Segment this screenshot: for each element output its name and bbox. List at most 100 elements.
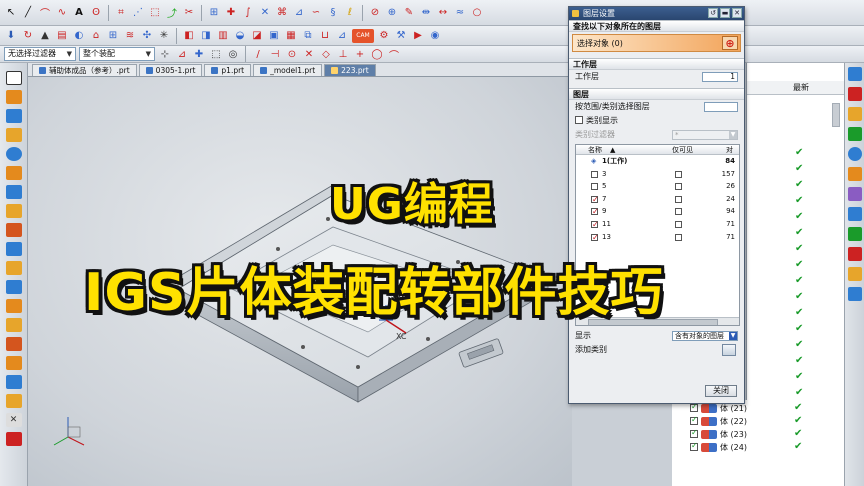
extract-icon[interactable]: ⊞ (207, 6, 221, 20)
assembly-navigator-icon[interactable] (847, 67, 862, 81)
display-combo[interactable]: 含有对象的图层 ▼ (672, 331, 738, 341)
layer-table[interactable]: 名称 ▲ 仅可见 对 ◈ 1(工作) 84 3 157 5 26 7 24 (575, 144, 740, 326)
roles-icon[interactable] (847, 247, 862, 261)
web-browser-icon[interactable] (847, 147, 862, 161)
layer-checkbox[interactable] (591, 170, 598, 178)
shell-tool-icon[interactable] (5, 318, 22, 332)
tab-model1[interactable]: _model1.prt (253, 64, 323, 76)
column-count[interactable]: 对 (726, 145, 733, 155)
assembly-scope-combo[interactable]: 整个装配 ▼ (79, 47, 155, 61)
shell-icon[interactable]: ▣ (267, 29, 281, 43)
layer-checkbox[interactable] (591, 194, 599, 206)
collapse-button[interactable]: ▬ (720, 8, 730, 18)
visible-only-checkbox[interactable] (675, 170, 682, 178)
law-curve-icon[interactable]: ℓ (343, 6, 357, 20)
visible-only-checkbox[interactable] (675, 233, 682, 241)
table-row[interactable]: 3 157 (576, 168, 739, 181)
through-curves-icon[interactable]: ≋ (123, 29, 137, 43)
tab-reference-part[interactable]: 辅助体成品（参考）.prt (32, 64, 137, 76)
select-object-row[interactable]: 选择对象 (0) ⊕ (572, 34, 741, 52)
visible-only-checkbox[interactable] (675, 220, 682, 228)
visible-only-checkbox[interactable] (675, 183, 682, 191)
thread-icon[interactable] (5, 356, 22, 370)
tab-223[interactable]: 223.prt (324, 64, 376, 76)
cube-icon[interactable] (5, 128, 22, 142)
palette-icon[interactable] (847, 267, 862, 281)
constraint-navigator-icon[interactable] (847, 87, 862, 101)
close-icon[interactable]: ✕ (732, 8, 742, 18)
revolve-icon[interactable]: ◐ (72, 29, 86, 43)
body-checkbox[interactable] (690, 428, 698, 438)
chamfer-icon[interactable]: ◪ (250, 29, 264, 43)
layer-checkbox[interactable] (591, 183, 598, 191)
rotate-icon[interactable]: ↻ (21, 29, 35, 43)
filter-icon[interactable]: ⊿ (175, 47, 189, 61)
manufacturing-wizard-icon[interactable] (847, 227, 862, 241)
trim-body-icon[interactable]: ◨ (199, 29, 213, 43)
section-find-layers[interactable]: 查找以下对象所在的图层 (569, 20, 744, 32)
select-all-icon[interactable]: ⊹ (158, 47, 172, 61)
surface-icon[interactable]: ⌂ (89, 29, 103, 43)
section-curve-icon[interactable]: ⊿ (292, 6, 306, 20)
reset-button[interactable]: ↺ (708, 8, 718, 18)
snap-icon[interactable]: ✚ (192, 47, 206, 61)
trim-icon[interactable]: ✂ (182, 6, 196, 20)
selection-filter-combo[interactable]: 无选择过滤器 ▼ (4, 47, 76, 61)
category-filter-combo[interactable]: * ▼ (672, 130, 738, 140)
boolean-icon[interactable]: ⊔ (318, 29, 332, 43)
hole-icon[interactable] (5, 204, 22, 218)
edit-param-icon[interactable]: ✎ (402, 6, 416, 20)
crosshair-select-icon[interactable]: ⊕ (722, 36, 738, 50)
body-checkbox[interactable] (690, 402, 698, 412)
groove-icon[interactable] (5, 299, 22, 313)
thicken-icon[interactable]: ◧ (182, 29, 196, 43)
navigator-scrollbar[interactable] (832, 103, 840, 127)
part-navigator-icon[interactable] (847, 107, 862, 121)
layer-table-hscrollbar[interactable] (576, 317, 739, 325)
isoparam-icon[interactable]: ∽ (309, 6, 323, 20)
intersect-curve-icon[interactable]: ✕ (258, 6, 272, 20)
reuse-library-icon[interactable] (847, 127, 862, 141)
system-materials-icon[interactable] (847, 187, 862, 201)
table-row[interactable]: 5 26 (576, 180, 739, 193)
work-layer-input[interactable]: 1 (702, 72, 738, 82)
view-orient-icon[interactable]: ✕ (5, 413, 22, 427)
intersection-icon[interactable]: ✕ (302, 47, 316, 61)
tab-p1[interactable]: p1.prt (204, 64, 252, 76)
visibility-icon[interactable]: ◎ (226, 47, 240, 61)
pad-icon[interactable] (5, 261, 22, 275)
point-icon[interactable]: ✚ (224, 6, 238, 20)
process-studio-icon[interactable] (847, 207, 862, 221)
tab-0305-1[interactable]: 0305-1.prt (138, 64, 203, 76)
table-row[interactable]: 11 71 (576, 218, 739, 232)
range-select-input[interactable] (704, 102, 738, 112)
layer-settings-dialog[interactable]: 图层设置 ↺ ▬ ✕ 查找以下对象所在的图层 选择对象 (0) ⊕ 工作层 工作… (568, 6, 745, 404)
column-name[interactable]: 名称 (588, 145, 602, 155)
cam-icon[interactable]: CAM (352, 28, 374, 43)
existing-point-icon[interactable]: + (353, 47, 367, 61)
cylinder-icon[interactable] (5, 109, 22, 123)
star-icon[interactable]: ✳ (157, 29, 171, 43)
draft-tool-icon[interactable] (5, 337, 22, 351)
visible-only-checkbox[interactable] (675, 208, 682, 216)
tool-icon[interactable]: ⚒ (394, 29, 408, 43)
list-item[interactable]: 体 (22) (690, 415, 747, 427)
curve-icon[interactable]: ∿ (55, 6, 69, 20)
section-layers[interactable]: 图层 (569, 88, 744, 100)
verify-icon[interactable]: ◉ (428, 29, 442, 43)
history-icon[interactable] (847, 167, 862, 181)
table-row[interactable]: 13 71 (576, 231, 739, 244)
square-icon[interactable] (5, 71, 22, 85)
helix-icon[interactable]: § (326, 6, 340, 20)
graphics-viewport[interactable]: XC (28, 77, 572, 486)
smooth-icon[interactable]: ≈ (453, 6, 467, 20)
point-on-curve-icon[interactable]: ⊥ (336, 47, 350, 61)
mesh-icon[interactable]: ⊞ (106, 29, 120, 43)
wrap-icon[interactable]: ⌘ (275, 6, 289, 20)
project-curve-icon[interactable]: ⬚ (148, 6, 162, 20)
edge-blend-icon[interactable] (5, 166, 22, 180)
block-icon[interactable] (5, 90, 22, 104)
column-visible-only[interactable]: 仅可见 (672, 145, 693, 155)
list-item[interactable]: 体 (23) (690, 428, 747, 440)
category-display-row[interactable]: 类别显示 (569, 114, 744, 128)
